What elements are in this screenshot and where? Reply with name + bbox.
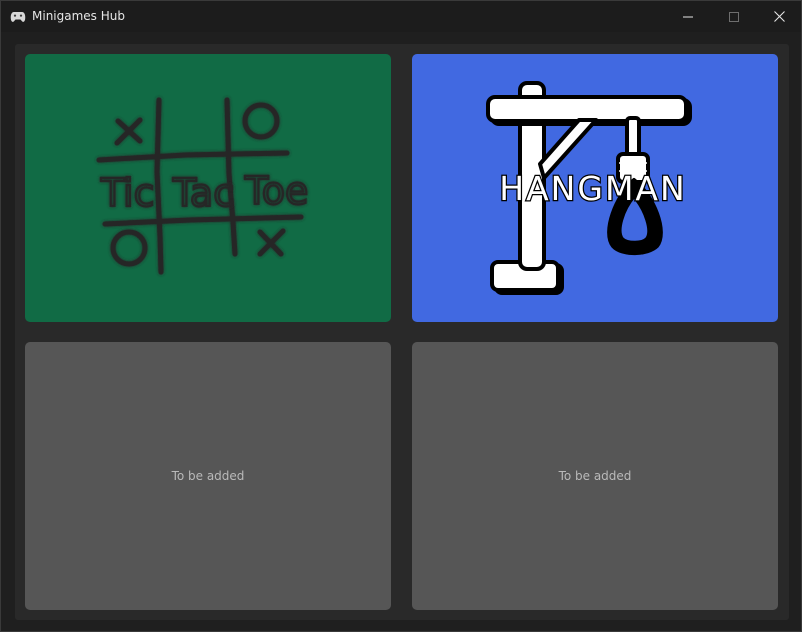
games-grid: Tic Tac Toe HANGMAN To be added To be ad… bbox=[15, 44, 789, 620]
hangman-tile[interactable]: HANGMAN bbox=[412, 54, 778, 322]
svg-text:Toe: Toe bbox=[244, 169, 308, 213]
gamepad-icon bbox=[10, 12, 26, 22]
tic-tac-toe-logo: Tic Tac Toe bbox=[96, 97, 310, 275]
close-icon bbox=[773, 11, 785, 22]
placeholder-label: To be added bbox=[558, 469, 632, 483]
placeholder-tile-2[interactable]: To be added bbox=[412, 342, 778, 610]
maximize-button[interactable] bbox=[711, 1, 757, 32]
svg-text:Tac: Tac bbox=[172, 171, 234, 215]
tic-tac-toe-title: Tic Tac Toe bbox=[99, 168, 310, 216]
close-button[interactable] bbox=[756, 1, 802, 32]
tic-tac-toe-tile[interactable]: Tic Tac Toe bbox=[25, 54, 391, 322]
app-window: Minigames Hub Tic Tac Toe HANGMAN To be … bbox=[0, 0, 802, 632]
svg-text:Tic: Tic bbox=[100, 171, 155, 215]
hangman-logo: HANGMAN bbox=[486, 81, 692, 295]
hangman-title: HANGMAN bbox=[499, 169, 686, 208]
title-bar[interactable]: Minigames Hub bbox=[1, 1, 801, 32]
placeholder-label: To be added bbox=[171, 469, 245, 483]
maximize-icon bbox=[729, 11, 739, 22]
placeholder-tile-1[interactable]: To be added bbox=[25, 342, 391, 610]
window-title: Minigames Hub bbox=[32, 9, 125, 23]
minimize-icon bbox=[683, 16, 693, 17]
minimize-button[interactable] bbox=[665, 1, 711, 32]
